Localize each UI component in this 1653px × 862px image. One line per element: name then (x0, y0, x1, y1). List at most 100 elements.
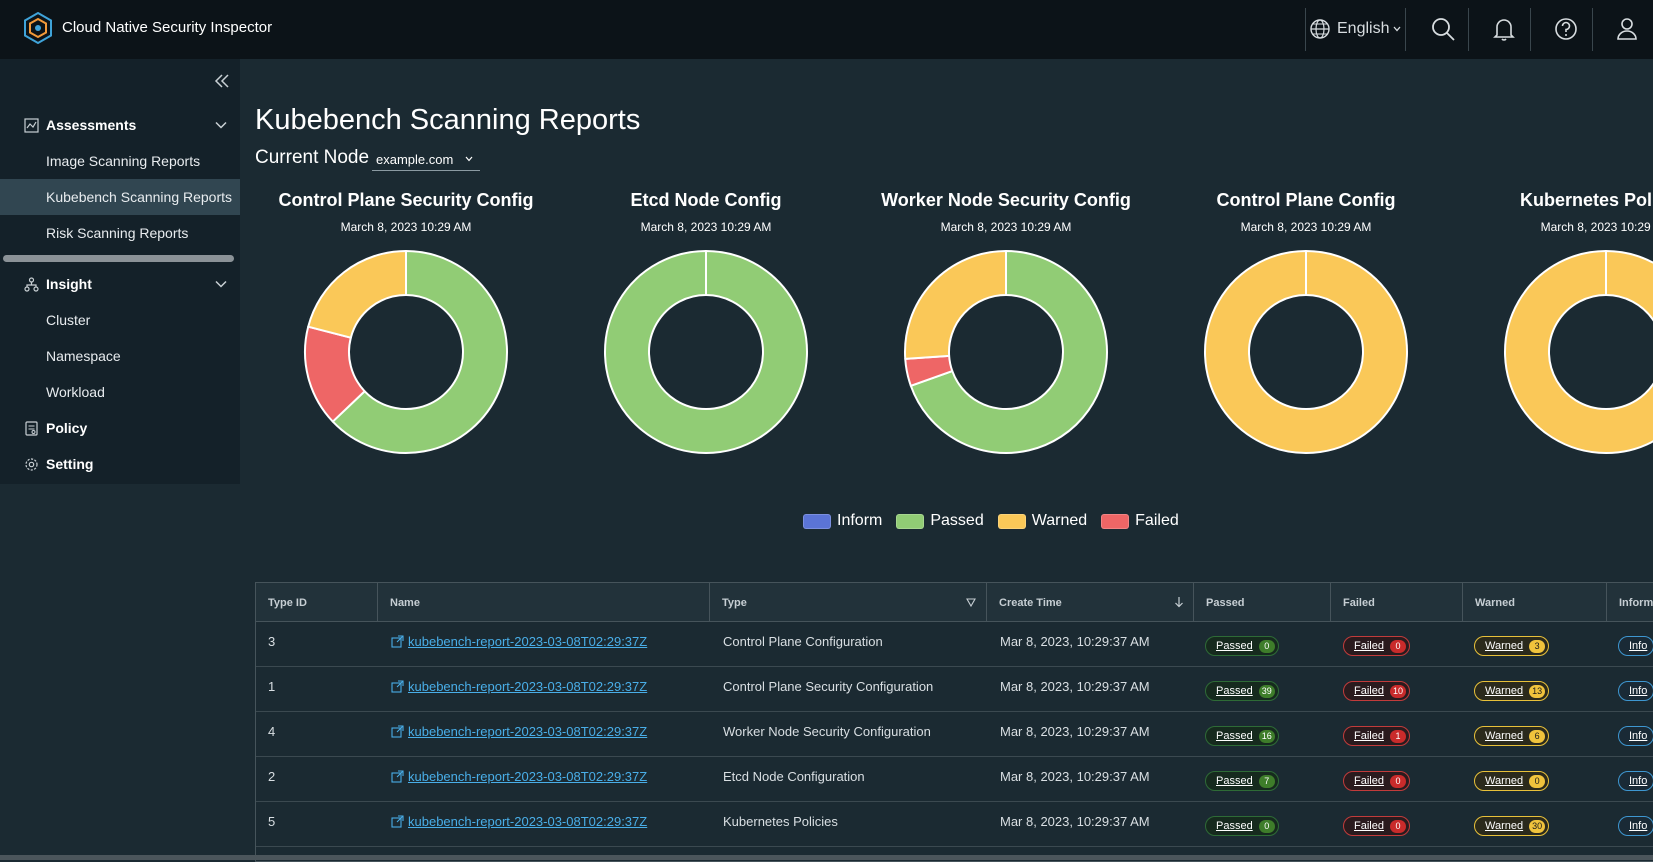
page-bottom-scrollbar[interactable] (0, 855, 1653, 860)
column-header-label: Type (722, 597, 747, 609)
nav-group-policy[interactable]: Policy (0, 411, 240, 445)
passed-badge[interactable]: Passed 0 (1205, 816, 1279, 836)
table-row: 3 kubebench-report-2023-03-08T02:29:37Z … (256, 622, 1653, 667)
bell-icon[interactable] (1489, 14, 1519, 44)
column-header-label: Type ID (268, 597, 307, 609)
warned-badge[interactable]: Warned 13 (1474, 681, 1550, 701)
legend-swatch (896, 513, 925, 529)
language-selector[interactable]: English (1309, 14, 1402, 44)
app-logo-icon[interactable] (22, 12, 54, 44)
user-icon[interactable] (1612, 14, 1642, 44)
legend-item-inform[interactable]: Inform (803, 512, 882, 530)
badge-label: Info (1629, 775, 1648, 787)
report-link[interactable]: kubebench-report-2023-03-08T02:29:37Z (391, 814, 647, 829)
sidebar-item-workload[interactable]: Workload (0, 374, 240, 410)
donut-chart[interactable] (900, 246, 1112, 458)
donut-chart[interactable] (300, 246, 512, 458)
app-title[interactable]: Cloud Native Security Inspector (62, 19, 272, 36)
donut-slice-warned[interactable] (904, 250, 1007, 360)
column-header-type[interactable]: Type (709, 583, 987, 621)
warned-badge[interactable]: Warned 0 (1474, 771, 1550, 791)
column-header-type-id[interactable]: Type ID (256, 583, 376, 621)
sidebar-item-label: Kubebench Scanning Reports (46, 189, 233, 205)
donut-chart[interactable] (600, 246, 812, 458)
report-link[interactable]: kubebench-report-2023-03-08T02:29:37Z (391, 769, 647, 784)
sort-descending-icon[interactable] (1173, 596, 1185, 608)
node-select[interactable]: example.com (372, 148, 480, 171)
info-badge[interactable]: Info (1618, 636, 1653, 656)
sidebar-item-namespace[interactable]: Namespace (0, 338, 240, 374)
failed-badge[interactable]: Failed 0 (1343, 636, 1410, 656)
badge-count: 7 (1258, 774, 1275, 788)
donut-slice-warned[interactable] (307, 250, 407, 339)
report-link[interactable]: kubebench-report-2023-03-08T02:29:37Z (391, 679, 647, 694)
nav-group-label: Insight (46, 276, 92, 292)
chart-icon (24, 118, 39, 133)
info-badge[interactable]: Info (1618, 726, 1653, 746)
nav-group-assessments[interactable]: Assessments (0, 108, 240, 142)
nav-group-setting[interactable]: Setting (0, 447, 240, 481)
legend-item-failed[interactable]: Failed (1101, 512, 1179, 530)
donut-chart[interactable] (1500, 246, 1653, 458)
chart-panel: Control Plane Security Config March 8, 2… (256, 188, 556, 478)
chart-panel: Worker Node Security Config March 8, 202… (856, 188, 1156, 478)
chevron-down-icon[interactable] (214, 277, 228, 291)
donut-slice-warned[interactable] (1503, 250, 1653, 454)
chart-panel: Control Plane Config March 8, 2023 10:29… (1156, 188, 1456, 478)
nav-group-insight[interactable]: Insight (0, 267, 240, 301)
donut-chart[interactable] (1200, 246, 1412, 458)
badge-label: Warned (1485, 775, 1524, 787)
sidebar-item-label: Workload (46, 384, 105, 400)
table-header: Type ID Name Type Create Time Passed Fai… (256, 583, 1653, 622)
column-header-warned[interactable]: Warned (1462, 583, 1607, 621)
report-link[interactable]: kubebench-report-2023-03-08T02:29:37Z (391, 724, 647, 739)
failed-badge[interactable]: Failed 1 (1343, 726, 1410, 746)
chart-date: March 8, 2023 10:29 AM (940, 220, 1072, 234)
badge-count: 0 (1389, 774, 1406, 788)
badge-label: Failed (1354, 730, 1384, 742)
chart-date: March 8, 2023 10:29 AM (1540, 220, 1653, 234)
column-header-name[interactable]: Name (377, 583, 709, 621)
external-link-icon (391, 635, 404, 648)
failed-badge[interactable]: Failed 0 (1343, 771, 1410, 791)
report-link[interactable]: kubebench-report-2023-03-08T02:29:37Z (391, 634, 647, 649)
info-badge[interactable]: Info (1618, 771, 1653, 791)
help-icon[interactable] (1551, 14, 1581, 44)
column-header-create-time[interactable]: Create Time (986, 583, 1194, 621)
sidebar-scrollbar[interactable] (3, 255, 234, 262)
sidebar: Assessments Image Scanning Reports Kubeb… (0, 59, 240, 484)
chart-title: Worker Node Security Config (881, 190, 1131, 210)
chart-date: March 8, 2023 10:29 AM (340, 220, 472, 234)
info-badge[interactable]: Info (1618, 681, 1653, 701)
sidebar-item-risk-scanning-reports[interactable]: Risk Scanning Reports (0, 215, 240, 251)
column-header-failed[interactable]: Failed (1330, 583, 1463, 621)
column-header-inform[interactable]: Inform (1606, 583, 1653, 621)
legend-item-passed[interactable]: Passed (896, 512, 984, 530)
nav-group-label: Setting (46, 456, 94, 472)
chart-panel-clip: Kubernetes Policies March 8, 2023 10:29 … (1456, 188, 1653, 478)
passed-badge[interactable]: Passed 0 (1205, 636, 1279, 656)
chart-title: Kubernetes Policies (1519, 190, 1653, 210)
sidebar-item-cluster[interactable]: Cluster (0, 302, 240, 338)
failed-badge[interactable]: Failed 10 (1343, 681, 1410, 701)
table-row: 1 kubebench-report-2023-03-08T02:29:37Z … (256, 667, 1653, 712)
passed-badge[interactable]: Passed 16 (1205, 726, 1279, 746)
collapse-sidebar-icon[interactable] (210, 69, 234, 93)
sidebar-item-label: Image Scanning Reports (46, 153, 201, 169)
column-header-passed[interactable]: Passed (1193, 583, 1331, 621)
search-icon[interactable] (1428, 14, 1458, 44)
passed-badge[interactable]: Passed 7 (1205, 771, 1279, 791)
warned-badge[interactable]: Warned 6 (1474, 726, 1550, 746)
failed-badge[interactable]: Failed 0 (1343, 816, 1410, 836)
sidebar-item-image-scanning-reports[interactable]: Image Scanning Reports (0, 143, 240, 179)
legend-item-warned[interactable]: Warned (997, 512, 1087, 530)
info-badge[interactable]: Info (1618, 816, 1653, 836)
badge-count: 16 (1258, 729, 1275, 743)
passed-badge[interactable]: Passed 39 (1205, 681, 1279, 701)
badge-label: Failed (1354, 775, 1384, 787)
chevron-down-icon[interactable] (214, 118, 228, 132)
warned-badge[interactable]: Warned 30 (1474, 816, 1550, 836)
sidebar-item-kubebench-scanning-reports[interactable]: Kubebench Scanning Reports (0, 179, 240, 215)
warned-badge[interactable]: Warned 3 (1474, 636, 1550, 656)
filter-icon[interactable] (966, 598, 976, 608)
